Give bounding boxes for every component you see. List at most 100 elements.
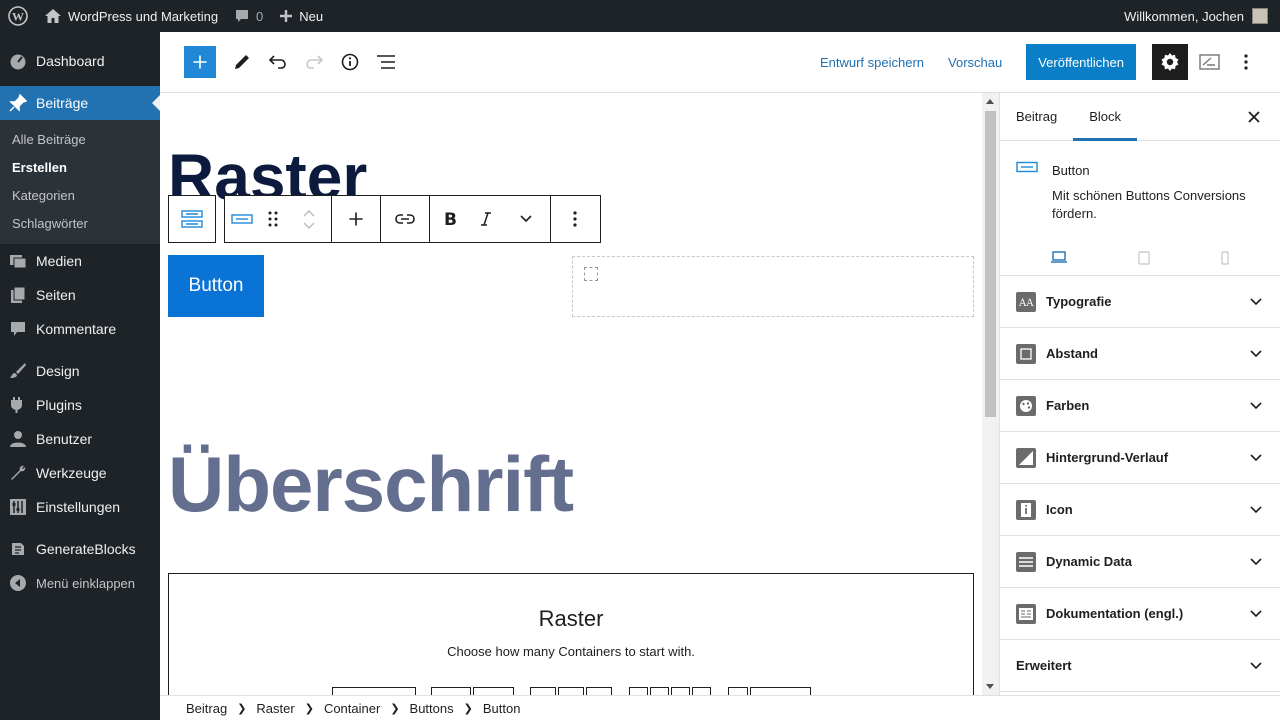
layout-option[interactable] — [750, 687, 811, 695]
panel-icon[interactable]: Icon — [1000, 484, 1280, 536]
bold-button[interactable]: B — [430, 196, 470, 242]
heading-block[interactable]: Überschrift — [168, 445, 574, 523]
chevron-right-icon: ❯ — [304, 702, 314, 715]
mobile-icon[interactable] — [1221, 251, 1229, 268]
panel-spacing[interactable]: Abstand — [1000, 328, 1280, 380]
new-content-link[interactable]: Neu — [271, 0, 331, 32]
chevron-right-icon: ❯ — [463, 702, 473, 715]
more-formats-button[interactable] — [502, 196, 550, 242]
panel-documentation[interactable]: Dokumentation (engl.) — [1000, 588, 1280, 640]
select-parent-button[interactable] — [169, 196, 215, 242]
edit-mode-button[interactable] — [224, 44, 260, 80]
add-block-button[interactable] — [184, 46, 216, 78]
site-name-link[interactable]: WordPress und Marketing — [36, 0, 226, 32]
layout-option[interactable] — [692, 687, 711, 695]
drag-handle[interactable] — [259, 196, 287, 242]
layout-option[interactable] — [728, 687, 748, 695]
comments-link[interactable]: 0 — [226, 0, 271, 32]
layout-option[interactable] — [650, 687, 669, 695]
panel-dynamic-data[interactable]: Dynamic Data — [1000, 536, 1280, 588]
undo-button[interactable] — [260, 44, 296, 80]
menu-generateblocks[interactable]: GenerateBlocks — [0, 532, 160, 566]
add-button-button[interactable] — [332, 196, 380, 242]
settings-toggle-button[interactable] — [1152, 44, 1188, 80]
layout-option[interactable] — [629, 687, 648, 695]
scroll-down-arrow-icon[interactable] — [986, 684, 994, 689]
submenu-new-post[interactable]: Erstellen — [0, 154, 160, 182]
chevron-down-icon — [1248, 554, 1264, 570]
chevron-down-icon — [1248, 346, 1264, 362]
scroll-up-arrow-icon[interactable] — [986, 99, 994, 104]
menu-posts[interactable]: Beiträge — [0, 86, 160, 120]
tab-block[interactable]: Block — [1073, 93, 1137, 141]
submenu-categories[interactable]: Kategorien — [0, 182, 160, 210]
menu-plugins[interactable]: Plugins — [0, 388, 160, 422]
list-view-button[interactable] — [368, 44, 404, 80]
layout-option[interactable] — [671, 687, 690, 695]
menu-pages[interactable]: Seiten — [0, 278, 160, 312]
breadcrumb-item[interactable]: Container — [324, 701, 380, 716]
layout-option[interactable] — [558, 687, 584, 695]
close-sidebar-button[interactable] — [1244, 107, 1264, 127]
breadcrumb-item[interactable]: Beitrag — [186, 701, 227, 716]
editor-canvas: Raster B Button Überschrift Raster Choos… — [160, 93, 982, 695]
desktop-icon[interactable] — [1051, 251, 1068, 268]
empty-container-placeholder[interactable] — [572, 256, 974, 317]
panel-colors[interactable]: Farben — [1000, 380, 1280, 432]
block-options-button[interactable] — [551, 196, 599, 242]
menu-posts-label: Beiträge — [36, 95, 89, 111]
menu-dashboard[interactable]: Dashboard — [0, 44, 160, 78]
redo-icon — [306, 55, 323, 69]
toolbar-options — [551, 196, 599, 242]
layout-option[interactable] — [431, 687, 471, 695]
breadcrumb-item[interactable]: Button — [483, 701, 521, 716]
account-menu[interactable]: Willkommen, Jochen — [1116, 0, 1280, 32]
panel-gradient[interactable]: Hintergrund-Verlauf — [1000, 432, 1280, 484]
layout-option[interactable] — [332, 687, 416, 695]
redo-button[interactable] — [296, 44, 332, 80]
tab-post[interactable]: Beitrag — [1000, 93, 1073, 141]
block-toolbar: B — [224, 195, 601, 243]
breadcrumb-item[interactable]: Buttons — [410, 701, 454, 716]
block-card: Button Mit schönen Buttons Conversions f… — [1000, 141, 1280, 276]
options-menu-button[interactable] — [1228, 44, 1264, 80]
generateblocks-panel-button[interactable] — [1192, 44, 1228, 80]
breadcrumb-item[interactable]: Raster — [256, 701, 294, 716]
menu-design[interactable]: Design — [0, 354, 160, 388]
panel-typography[interactable]: AA Typografie — [1000, 276, 1280, 328]
menu-collapse[interactable]: Menü einklappen — [0, 566, 160, 600]
menu-comments[interactable]: Kommentare — [0, 312, 160, 346]
publish-button[interactable]: Veröffentlichen — [1026, 44, 1136, 80]
wordpress-logo-icon[interactable]: W — [0, 0, 36, 32]
submenu-all-posts[interactable]: Alle Beiträge — [0, 126, 160, 154]
italic-button[interactable] — [470, 196, 502, 242]
layout-option[interactable] — [586, 687, 612, 695]
canvas-scrollbar[interactable] — [982, 93, 999, 695]
menu-tools-label: Werkzeuge — [36, 465, 107, 481]
menu-tools[interactable]: Werkzeuge — [0, 456, 160, 490]
preview-button[interactable]: Vorschau — [948, 55, 1002, 70]
save-draft-button[interactable]: Entwurf speichern — [820, 55, 924, 70]
menu-users[interactable]: Benutzer — [0, 422, 160, 456]
panel-advanced[interactable]: Erweitert — [1000, 640, 1280, 692]
tablet-icon[interactable] — [1138, 251, 1150, 268]
menu-settings[interactable]: Einstellungen — [0, 490, 160, 524]
info-box-icon — [1016, 499, 1036, 520]
details-button[interactable] — [332, 44, 368, 80]
submenu-tags[interactable]: Schlagwörter — [0, 210, 160, 238]
admin-sidebar: Dashboard Beiträge Alle Beiträge Erstell… — [0, 32, 160, 720]
link-button[interactable] — [381, 196, 429, 242]
block-type-button[interactable] — [225, 196, 259, 242]
menu-users-label: Benutzer — [36, 431, 93, 447]
menu-dashboard-label: Dashboard — [36, 53, 105, 69]
block-toolbar-parent — [168, 195, 216, 243]
layout-option[interactable] — [530, 687, 556, 695]
button-block[interactable]: Button — [168, 255, 264, 317]
panel-label: Dokumentation (engl.) — [1046, 606, 1184, 621]
move-up-down-buttons[interactable] — [287, 196, 331, 242]
chevron-right-icon: ❯ — [390, 702, 400, 715]
panel-label: Typografie — [1046, 294, 1112, 309]
layout-option[interactable] — [473, 687, 514, 695]
scrollbar-thumb[interactable] — [985, 111, 996, 417]
menu-media[interactable]: Medien — [0, 244, 160, 278]
